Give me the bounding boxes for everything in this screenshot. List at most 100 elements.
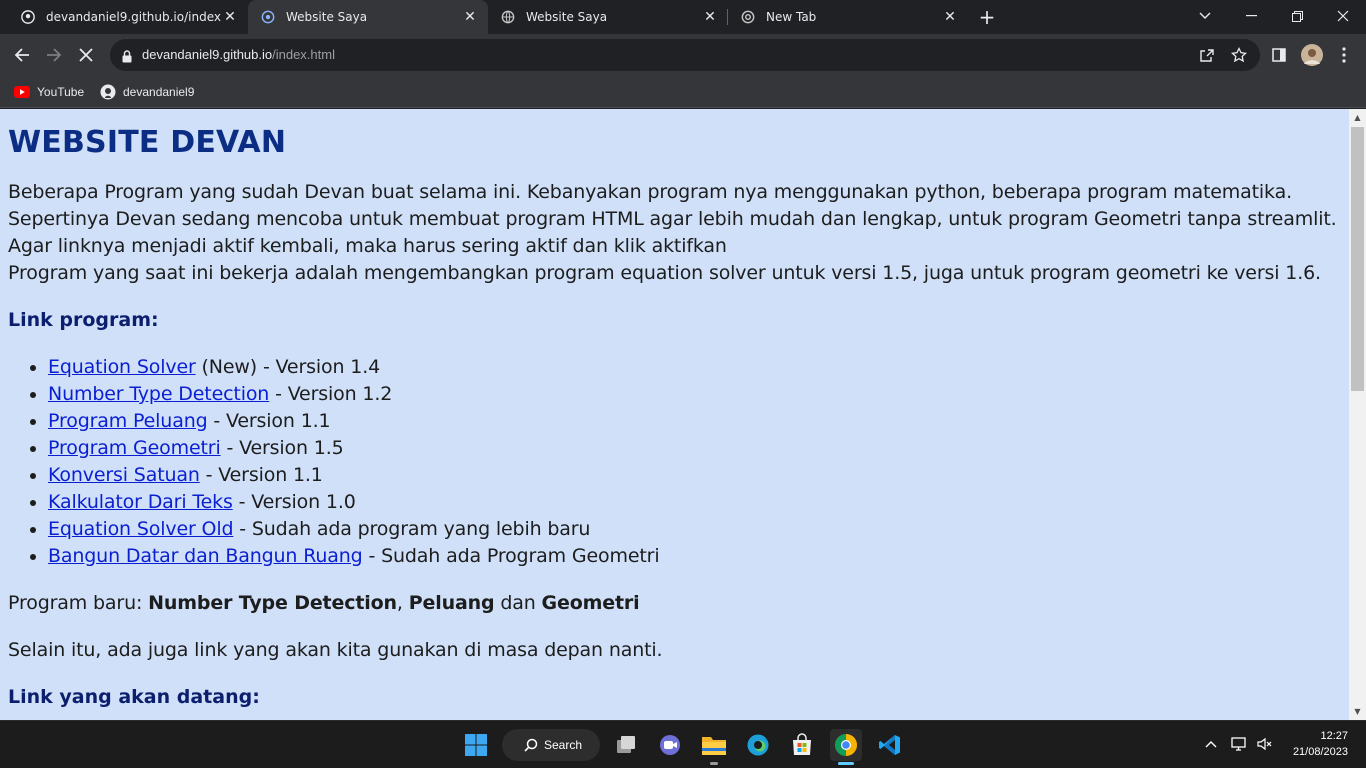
close-window-icon[interactable] — [1320, 0, 1366, 32]
new-tab-plus-icon[interactable]: + — [975, 5, 999, 29]
address-bar[interactable]: devandaniel9.github.io/index.html — [110, 39, 1260, 71]
program-desc: - Version 1.1 — [207, 410, 331, 432]
close-icon[interactable]: ✕ — [702, 9, 718, 25]
tab-title: New Tab — [766, 10, 817, 24]
tab-strip: devandaniel9.github.io/index.htm ✕ Websi… — [0, 0, 1366, 34]
lock-icon[interactable] — [122, 48, 132, 67]
globe-icon — [500, 9, 516, 25]
chrome-taskbar-icon[interactable] — [830, 729, 862, 761]
tab-title: devandaniel9.github.io/index.htm — [46, 10, 222, 24]
new-programs-line: Program baru: Number Type Detection, Pel… — [8, 590, 1341, 617]
stop-loading-icon[interactable] — [72, 41, 100, 69]
program-link-kalkulator-dari-teks[interactable]: Kalkulator Dari Teks — [48, 491, 233, 513]
bookmark-label: devandaniel9 — [123, 85, 195, 99]
new-program-item: Geometri — [541, 592, 640, 614]
url-text[interactable]: devandaniel9.github.io/index.html — [142, 47, 335, 62]
list-item: Equation Solver (New) - Version 1.4 — [48, 354, 1341, 381]
url-path: /index.html — [272, 47, 335, 62]
clock-date: 21/08/2023 — [1292, 746, 1348, 758]
program-desc: - Sudah ada program yang lebih baru — [233, 518, 591, 540]
network-icon[interactable] — [1230, 735, 1248, 753]
tab-website-saya-active[interactable]: Website Saya ✕ — [248, 0, 488, 34]
program-link-program-peluang[interactable]: Program Peluang — [48, 410, 208, 432]
program-desc: - Version 1.2 — [269, 383, 393, 405]
program-link-equation-solver-old[interactable]: Equation Solver Old — [48, 518, 234, 540]
program-desc: - Version 1.1 — [199, 464, 323, 486]
intro-line: Agar linknya menjadi aktif kembali, maka… — [8, 235, 727, 257]
microsoft-store-icon[interactable] — [786, 729, 818, 761]
intro-line: Sepertinya Devan sedang mencoba untuk me… — [8, 208, 1337, 230]
tab-new-tab[interactable]: New Tab ✕ — [728, 0, 968, 34]
share-icon[interactable] — [1198, 46, 1216, 64]
url-host: devandaniel9.github.io — [142, 47, 273, 62]
list-item: Equation Solver Old - Sudah ada program … — [48, 516, 1341, 543]
tab-website-saya[interactable]: Website Saya ✕ — [488, 0, 728, 34]
search-label: Search — [544, 738, 583, 752]
tab-search-chevron-down-icon[interactable] — [1182, 0, 1228, 32]
close-icon[interactable]: ✕ — [222, 9, 238, 25]
program-desc: - Version 1.5 — [220, 437, 344, 459]
upcoming-heading: Link yang akan datang: — [8, 686, 260, 708]
minimize-icon[interactable] — [1228, 0, 1274, 32]
program-link-konversi-satuan[interactable]: Konversi Satuan — [48, 464, 200, 486]
task-view-icon[interactable] — [610, 729, 642, 761]
bookmark-youtube[interactable]: YouTube — [14, 82, 84, 102]
program-desc: (New) - Version 1.4 — [195, 356, 381, 378]
list-item: Konversi Satuan - Version 1.1 — [48, 462, 1341, 489]
intro-line: Beberapa Program yang sudah Devan buat s… — [8, 181, 1292, 203]
new-program-item: Number Type Detection — [148, 592, 397, 614]
forward-arrow-icon[interactable] — [40, 41, 68, 69]
taskbar-clock[interactable]: 12:27 21/08/2023 — [1280, 728, 1348, 760]
youtube-icon — [14, 86, 30, 98]
intro-paragraph: Beberapa Program yang sudah Devan buat s… — [8, 179, 1341, 287]
close-icon[interactable]: ✕ — [942, 9, 958, 25]
clock-time: 12:27 — [1320, 730, 1348, 742]
bookmark-star-icon[interactable] — [1230, 46, 1248, 64]
github-icon — [20, 9, 36, 25]
new-programs-prefix: Program baru: — [8, 592, 149, 614]
page-viewport: WEBSITE DEVAN Beberapa Program yang suda… — [0, 109, 1349, 720]
list-item: Kalkulator Dari Teks - Version 1.0 — [48, 489, 1341, 516]
github-icon — [100, 84, 116, 100]
links-heading: Link program: — [8, 309, 159, 331]
program-link-equation-solver[interactable]: Equation Solver — [48, 356, 196, 378]
close-icon[interactable]: ✕ — [462, 9, 478, 25]
file-explorer-icon[interactable] — [698, 729, 730, 761]
kebab-menu-icon[interactable] — [1330, 41, 1358, 69]
tab-title: Website Saya — [286, 10, 368, 24]
side-panel-icon[interactable] — [1265, 41, 1293, 69]
profile-avatar[interactable] — [1298, 41, 1326, 69]
search-icon — [524, 738, 538, 752]
program-link-number-type-detection[interactable]: Number Type Detection — [48, 383, 269, 405]
teams-chat-icon[interactable] — [654, 729, 686, 761]
bookmark-devandaniel9[interactable]: devandaniel9 — [100, 82, 194, 102]
back-arrow-icon[interactable] — [8, 41, 36, 69]
intro-line: Program yang saat ini bekerja adalah men… — [8, 262, 1321, 284]
tab-github[interactable]: devandaniel9.github.io/index.htm ✕ — [8, 0, 248, 34]
scrollbar-thumb[interactable] — [1351, 127, 1364, 391]
windows-start-icon[interactable] — [460, 729, 492, 761]
list-item: Number Type Detection - Version 1.2 — [48, 381, 1341, 408]
active-app-indicator — [838, 762, 854, 765]
edge-browser-icon[interactable] — [742, 729, 774, 761]
scroll-down-arrow-icon[interactable]: ▼ — [1349, 703, 1366, 720]
vertical-scrollbar[interactable]: ▲ ▼ — [1349, 109, 1366, 720]
program-link-bangun-datar-ruang[interactable]: Bangun Datar dan Bangun Ruang — [48, 545, 363, 567]
program-link-program-geometri[interactable]: Program Geometri — [48, 437, 221, 459]
restore-icon[interactable] — [1274, 0, 1320, 32]
bookmarks-bar: YouTube devandaniel9 — [0, 76, 1366, 108]
volume-muted-icon[interactable] — [1256, 735, 1274, 753]
vscode-icon[interactable] — [874, 729, 906, 761]
list-item: Program Geometri - Version 1.5 — [48, 435, 1341, 462]
tray-overflow-chevron-up-icon[interactable] — [1202, 735, 1220, 753]
browser-toolbar: devandaniel9.github.io/index.html — [0, 34, 1366, 76]
chrome-icon — [740, 9, 756, 25]
list-item: Bangun Datar dan Bangun Ruang - Sudah ad… — [48, 543, 1341, 570]
other-links-text: Selain itu, ada juga link yang akan kita… — [8, 639, 663, 661]
bookmark-label: YouTube — [37, 85, 85, 99]
taskbar-search-button[interactable]: Search — [502, 729, 600, 761]
running-indicator — [710, 762, 718, 765]
program-desc: - Version 1.0 — [232, 491, 356, 513]
page-content: WEBSITE DEVAN Beberapa Program yang suda… — [0, 109, 1349, 711]
scroll-up-arrow-icon[interactable]: ▲ — [1349, 109, 1366, 126]
